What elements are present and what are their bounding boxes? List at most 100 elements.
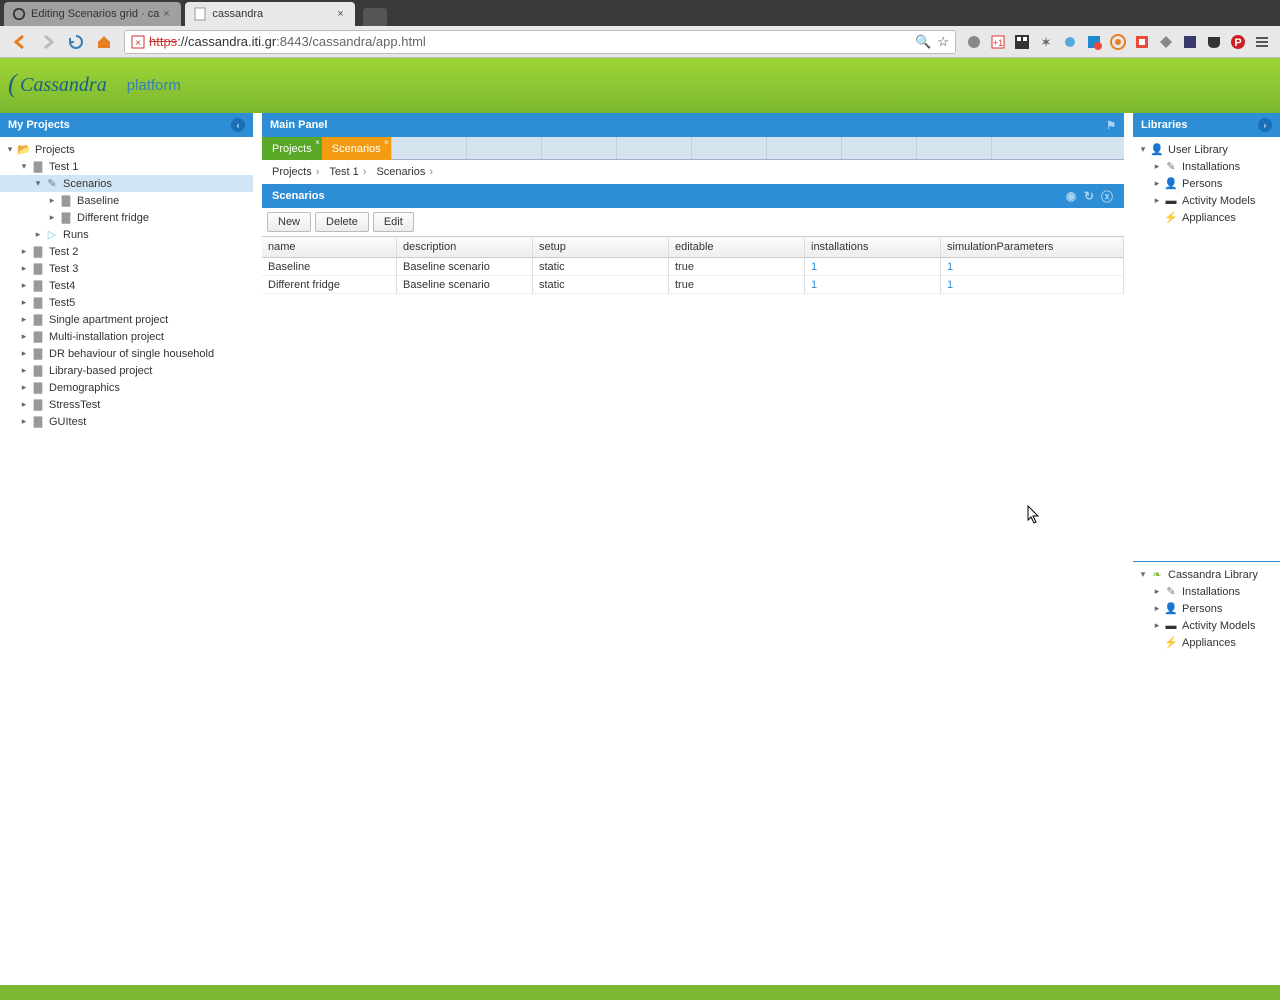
ext-icon[interactable]: [1012, 32, 1032, 52]
col-editable[interactable]: editable: [669, 237, 805, 257]
reload-button[interactable]: [65, 31, 87, 53]
tree-persons[interactable]: ▸👤Persons: [1133, 175, 1280, 192]
forward-button[interactable]: [37, 31, 59, 53]
tree-cassandra-library[interactable]: ▾ ❧ Cassandra Library: [1133, 566, 1280, 583]
col-simulation-parameters[interactable]: simulationParameters: [941, 237, 1124, 257]
tree-project[interactable]: ▸▇Test 2: [0, 243, 253, 260]
chevron-right-icon[interactable]: ▸: [1151, 586, 1163, 597]
chevron-right-icon[interactable]: ▸: [18, 280, 30, 291]
home-button[interactable]: [93, 31, 115, 53]
collapse-left-icon[interactable]: ‹: [231, 118, 245, 132]
chevron-right-icon[interactable]: ▸: [1151, 603, 1163, 614]
chevron-right-icon[interactable]: ▸: [18, 416, 30, 427]
chevron-right-icon[interactable]: ▸: [46, 195, 58, 206]
tree-appliances[interactable]: ⚡Appliances: [1133, 634, 1280, 651]
ext-icon[interactable]: [1132, 32, 1152, 52]
tree-installations[interactable]: ▸✎Installations: [1133, 583, 1280, 600]
chevron-right-icon[interactable]: ▸: [1151, 195, 1163, 206]
tree-project[interactable]: ▸▇Multi-installation project: [0, 328, 253, 345]
table-row[interactable]: Different fridge Baseline scenario stati…: [262, 276, 1124, 294]
close-icon[interactable]: ⓧ: [1100, 189, 1114, 203]
chevron-right-icon[interactable]: ▸: [32, 229, 44, 240]
chevron-right-icon[interactable]: ▸: [18, 314, 30, 325]
chevron-right-icon[interactable]: ▸: [18, 263, 30, 274]
back-button[interactable]: [9, 31, 31, 53]
pocket-icon[interactable]: [1204, 32, 1224, 52]
chevron-right-icon[interactable]: ▸: [18, 297, 30, 308]
tab-scenarios[interactable]: Scenarios ×: [322, 137, 391, 160]
tree-runs[interactable]: ▸ ▷ Runs: [0, 226, 253, 243]
collapse-right-icon[interactable]: ›: [1258, 118, 1272, 132]
zoom-icon[interactable]: 🔍: [915, 34, 931, 50]
ext-icon[interactable]: [1084, 32, 1104, 52]
tree-installations[interactable]: ▸✎Installations: [1133, 158, 1280, 175]
ext-icon[interactable]: [1060, 32, 1080, 52]
browser-tab-cassandra[interactable]: cassandra ×: [185, 2, 355, 26]
tree-project[interactable]: ▸▇Test5: [0, 294, 253, 311]
chevron-right-icon[interactable]: ▸: [1151, 620, 1163, 631]
tree-project[interactable]: ▾ ▇ Test 1: [0, 158, 253, 175]
close-icon[interactable]: ×: [333, 8, 347, 20]
chevron-right-icon[interactable]: ▸: [46, 212, 58, 223]
tree-project[interactable]: ▸▇DR behaviour of single household: [0, 345, 253, 362]
ext-icon[interactable]: ✶: [1036, 32, 1056, 52]
tab-projects[interactable]: Projects ×: [262, 137, 322, 160]
col-setup[interactable]: setup: [533, 237, 669, 257]
chevron-right-icon[interactable]: ▸: [18, 246, 30, 257]
close-icon[interactable]: ×: [315, 138, 320, 147]
tree-project[interactable]: ▸▇Demographics: [0, 379, 253, 396]
ext-icon[interactable]: [1156, 32, 1176, 52]
menu-icon[interactable]: [1252, 32, 1272, 52]
edit-button[interactable]: Edit: [373, 212, 414, 232]
new-tab-button[interactable]: [363, 8, 387, 26]
tree-scenario-item[interactable]: ▸ ▇ Different fridge: [0, 209, 253, 226]
chevron-right-icon[interactable]: ▸: [18, 331, 30, 342]
table-row[interactable]: Baseline Baseline scenario static true 1…: [262, 258, 1124, 276]
ext-icon[interactable]: [1108, 32, 1128, 52]
cell-sim-params[interactable]: 1: [941, 258, 1124, 275]
chevron-right-icon[interactable]: ▸: [18, 399, 30, 410]
cell-installations[interactable]: 1: [805, 276, 941, 293]
tree-project[interactable]: ▸▇Single apartment project: [0, 311, 253, 328]
tree-activity-models[interactable]: ▸▬Activity Models: [1133, 617, 1280, 634]
cell-sim-params[interactable]: 1: [941, 276, 1124, 293]
flag-icon[interactable]: ⚑: [1106, 119, 1116, 132]
chevron-down-icon[interactable]: ▾: [32, 178, 44, 189]
chevron-right-icon[interactable]: ▸: [18, 382, 30, 393]
col-name[interactable]: name: [262, 237, 397, 257]
tree-project[interactable]: ▸▇GUItest: [0, 413, 253, 430]
tree-activity-models[interactable]: ▸▬Activity Models: [1133, 192, 1280, 209]
col-description[interactable]: description: [397, 237, 533, 257]
url-bar[interactable]: × https ://cassandra.iti.gr :8443 /cassa…: [124, 30, 956, 54]
tree-appliances[interactable]: ⚡Appliances: [1133, 209, 1280, 226]
tree-project[interactable]: ▸▇Test 3: [0, 260, 253, 277]
tree-persons[interactable]: ▸👤Persons: [1133, 600, 1280, 617]
breadcrumb-item[interactable]: Test 1: [329, 166, 358, 178]
tree-project[interactable]: ▸▇Test4: [0, 277, 253, 294]
tree-scenario-item[interactable]: ▸ ▇ Baseline: [0, 192, 253, 209]
tree-scenarios[interactable]: ▾ ✎ Scenarios: [0, 175, 253, 192]
delete-button[interactable]: Delete: [315, 212, 369, 232]
chevron-right-icon[interactable]: ▸: [1151, 161, 1163, 172]
tree-user-library[interactable]: ▾ 👤 User Library: [1133, 141, 1280, 158]
drop-icon[interactable]: ◉: [1064, 189, 1078, 203]
new-button[interactable]: New: [267, 212, 311, 232]
chevron-right-icon[interactable]: ▸: [1151, 178, 1163, 189]
close-icon[interactable]: ×: [159, 8, 173, 20]
breadcrumb-item[interactable]: Projects: [272, 166, 312, 178]
tree-project[interactable]: ▸▇StressTest: [0, 396, 253, 413]
ext-icon[interactable]: +1: [988, 32, 1008, 52]
cell-installations[interactable]: 1: [805, 258, 941, 275]
tree-project[interactable]: ▸▇Library-based project: [0, 362, 253, 379]
tree-root[interactable]: ▾ 📂 Projects: [0, 141, 253, 158]
bookmark-icon[interactable]: ☆: [937, 34, 949, 50]
breadcrumb-item[interactable]: Scenarios: [376, 166, 425, 178]
chevron-down-icon[interactable]: ▾: [4, 144, 16, 155]
ext-icon[interactable]: [1180, 32, 1200, 52]
col-installations[interactable]: installations: [805, 237, 941, 257]
ext-icon[interactable]: [964, 32, 984, 52]
pinterest-icon[interactable]: P: [1228, 32, 1248, 52]
chevron-down-icon[interactable]: ▾: [1137, 569, 1149, 580]
chevron-right-icon[interactable]: ▸: [18, 365, 30, 376]
chevron-down-icon[interactable]: ▾: [18, 161, 30, 172]
